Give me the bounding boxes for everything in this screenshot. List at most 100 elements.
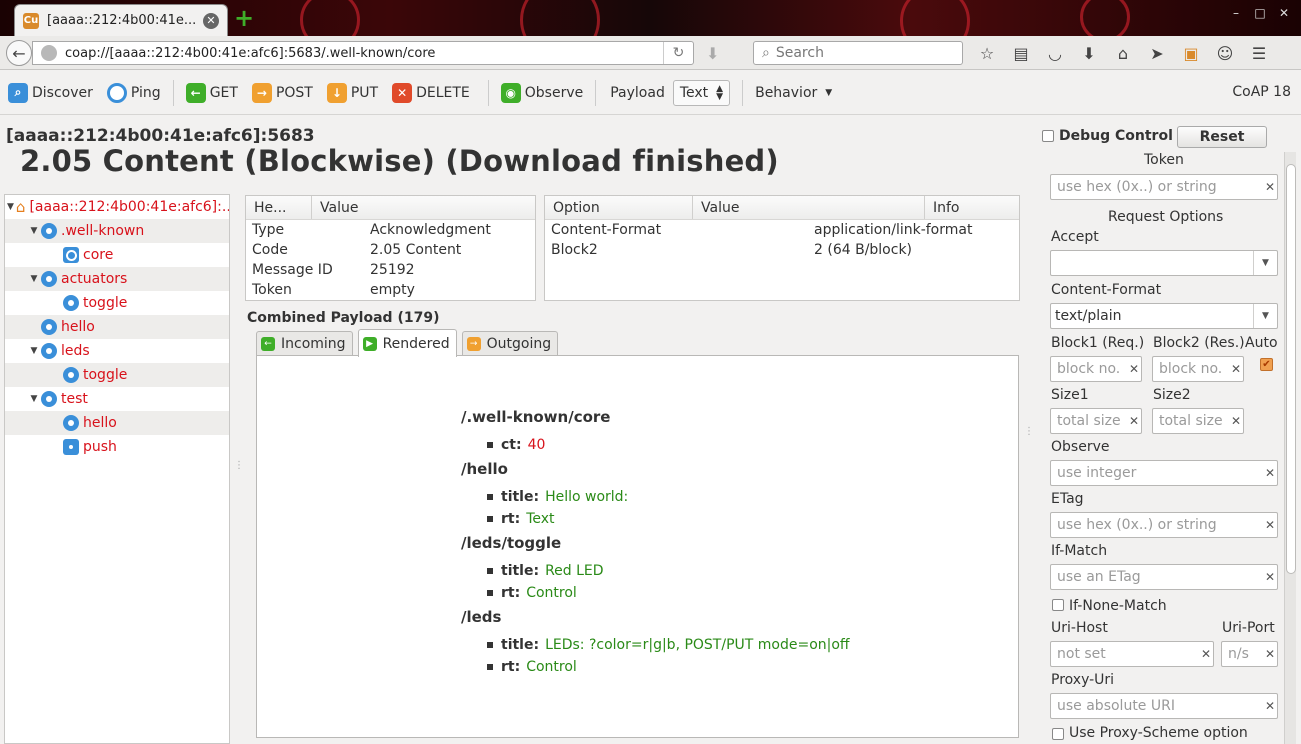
get-button[interactable]: ← GET — [182, 78, 242, 108]
clear-icon[interactable]: ✕ — [1127, 414, 1141, 428]
column-header[interactable]: Info — [925, 196, 1019, 219]
downloads-icon[interactable]: ⬇ — [1076, 42, 1102, 64]
reading-list-icon[interactable]: ▤ — [1008, 42, 1034, 64]
debug-control-checkbox[interactable] — [1042, 130, 1054, 142]
delete-button[interactable]: ✕ DELETE — [388, 78, 474, 108]
column-header[interactable]: Option — [545, 196, 693, 219]
clear-icon[interactable]: ✕ — [1229, 414, 1243, 428]
accept-select[interactable]: ▼ — [1050, 250, 1278, 276]
splitter-grip[interactable]: ⋮ — [234, 460, 244, 471]
tree-item[interactable]: ▼ actuators — [5, 267, 229, 291]
column-header[interactable]: He... — [246, 196, 312, 219]
table-row[interactable]: Type Acknowledgment — [246, 220, 535, 240]
tree-item[interactable]: push — [5, 435, 229, 459]
tab-rendered[interactable]: ▶ Rendered — [357, 329, 457, 357]
splitter-grip[interactable]: ⋮ — [1024, 426, 1034, 437]
tree-item[interactable]: ▼ test — [5, 387, 229, 411]
site-identity-icon[interactable] — [41, 45, 57, 61]
expander-twisty-icon[interactable]: ▼ — [29, 226, 39, 236]
sidebar-scrollbar[interactable] — [1284, 152, 1296, 744]
expander-twisty-icon[interactable]: ▼ — [29, 274, 39, 284]
scrollbar-thumb[interactable] — [1286, 164, 1296, 574]
put-button[interactable]: ↓ PUT — [323, 78, 382, 108]
expander-twisty-icon[interactable]: ▼ — [7, 202, 14, 212]
post-button[interactable]: → POST — [248, 78, 317, 108]
column-header[interactable]: Value — [312, 196, 535, 219]
size2-input[interactable]: total size ✕ — [1152, 408, 1244, 434]
observe-input[interactable]: use integer ✕ — [1050, 460, 1278, 486]
clear-icon[interactable]: ✕ — [1127, 362, 1141, 376]
clear-icon[interactable]: ✕ — [1229, 362, 1243, 376]
proxy-uri-input[interactable]: use absolute URI ✕ — [1050, 693, 1278, 719]
download-arrow-icon[interactable]: ⬇ — [706, 44, 719, 63]
block1-input[interactable]: block no. ✕ — [1050, 356, 1142, 382]
search-input[interactable]: ⌕ Search — [753, 41, 963, 65]
reload-icon[interactable]: ↻ — [663, 42, 693, 64]
tree-item[interactable]: toggle — [5, 291, 229, 315]
payload-format-select[interactable]: Text ▲ ▼ — [672, 79, 731, 106]
content-format-select[interactable]: text/plain ▼ — [1050, 303, 1278, 329]
observe-button[interactable]: ◉ Observe — [497, 78, 587, 108]
table-row[interactable]: Content-Format application/link-format — [545, 220, 1019, 240]
expander-twisty-icon[interactable]: ▼ — [29, 394, 39, 404]
ping-button[interactable]: Ping — [103, 78, 165, 108]
emoji-icon[interactable]: ☺ — [1212, 42, 1238, 64]
new-tab-icon[interactable]: + — [234, 6, 254, 30]
clear-icon[interactable]: ✕ — [1199, 647, 1213, 661]
bookmark-star-icon[interactable]: ☆ — [974, 42, 1000, 64]
copper-toolbar: ⌕ Discover Ping ← GET → POST ↓ PUT ✕ DEL… — [0, 71, 1301, 115]
tab-incoming[interactable]: ← Incoming — [256, 331, 353, 356]
clear-icon[interactable]: ✕ — [1263, 466, 1277, 480]
tree-item[interactable]: core — [5, 243, 229, 267]
url-text[interactable]: coap://[aaaa::212:4b00:41e:afc6]:5683/.w… — [65, 46, 663, 61]
etag-input[interactable]: use hex (0x..) or string ✕ — [1050, 512, 1278, 538]
size1-placeholder: total size — [1057, 413, 1121, 429]
if-match-input[interactable]: use an ETag ✕ — [1050, 564, 1278, 590]
url-bar[interactable]: coap://[aaaa::212:4b00:41e:afc6]:5683/.w… — [32, 41, 694, 65]
behavior-menu[interactable]: Behavior ▼ — [751, 78, 836, 108]
size1-input[interactable]: total size ✕ — [1050, 408, 1142, 434]
clear-icon[interactable]: ✕ — [1263, 699, 1277, 713]
auto-checkbox[interactable]: ✔ — [1260, 358, 1273, 371]
tree-item[interactable]: ▼ leds — [5, 339, 229, 363]
tree-item[interactable]: ▼ .well-known — [5, 219, 229, 243]
payload-resource: /.well-known/core ct: 40 — [461, 408, 850, 456]
minimize-icon[interactable]: – — [1225, 4, 1247, 22]
expander-twisty-icon[interactable]: ▼ — [29, 346, 39, 356]
token-input[interactable]: use hex (0x..) or string ✕ — [1050, 174, 1278, 200]
reset-button[interactable]: Reset — [1177, 126, 1267, 148]
copper-icon[interactable]: ▣ — [1178, 42, 1204, 64]
resource-tree[interactable]: ▼ ⌂ [aaaa::212:4b00:41e:afc6]:... ▼ .well-kn… — [4, 194, 230, 744]
tree-item-label: leds — [61, 343, 90, 359]
table-row[interactable]: Block2 2 (64 B/block) — [545, 240, 1019, 260]
column-header[interactable]: Value — [693, 196, 925, 219]
uri-host-input[interactable]: not set ✕ — [1050, 641, 1214, 667]
table-row[interactable]: Code 2.05 Content — [246, 240, 535, 260]
close-tab-icon[interactable]: ✕ — [203, 12, 219, 29]
block2-input[interactable]: block no. ✕ — [1152, 356, 1244, 382]
tree-item[interactable]: hello — [5, 315, 229, 339]
tab-outgoing[interactable]: → Outgoing — [461, 331, 559, 356]
clear-icon[interactable]: ✕ — [1263, 518, 1277, 532]
clear-icon[interactable]: ✕ — [1263, 647, 1277, 661]
browser-tab[interactable]: Cu [aaaa::212:4b00:41e... ✕ — [14, 4, 228, 36]
pocket-icon[interactable]: ◡ — [1042, 42, 1068, 64]
tree-item[interactable]: hello — [5, 411, 229, 435]
tree-item[interactable]: toggle — [5, 363, 229, 387]
use-proxy-scheme-checkbox[interactable] — [1052, 728, 1064, 740]
if-none-match-checkbox[interactable] — [1052, 599, 1064, 611]
send-icon[interactable]: ➤ — [1144, 42, 1170, 64]
back-button[interactable]: ← — [6, 40, 32, 66]
clear-icon[interactable]: ✕ — [1263, 570, 1277, 584]
home-icon[interactable]: ⌂ — [1110, 42, 1136, 64]
tree-item[interactable]: ▼ ⌂ [aaaa::212:4b00:41e:afc6]:... — [5, 195, 229, 219]
uri-port-input[interactable]: n/s ✕ — [1221, 641, 1278, 667]
bullet-icon — [487, 516, 493, 522]
close-window-icon[interactable]: ✕ — [1273, 4, 1295, 22]
table-row[interactable]: Token empty — [246, 280, 535, 300]
maximize-icon[interactable]: □ — [1249, 4, 1271, 22]
table-row[interactable]: Message ID 25192 — [246, 260, 535, 280]
clear-icon[interactable]: ✕ — [1263, 180, 1277, 194]
menu-icon[interactable]: ☰ — [1246, 42, 1272, 64]
discover-button[interactable]: ⌕ Discover — [4, 78, 97, 108]
